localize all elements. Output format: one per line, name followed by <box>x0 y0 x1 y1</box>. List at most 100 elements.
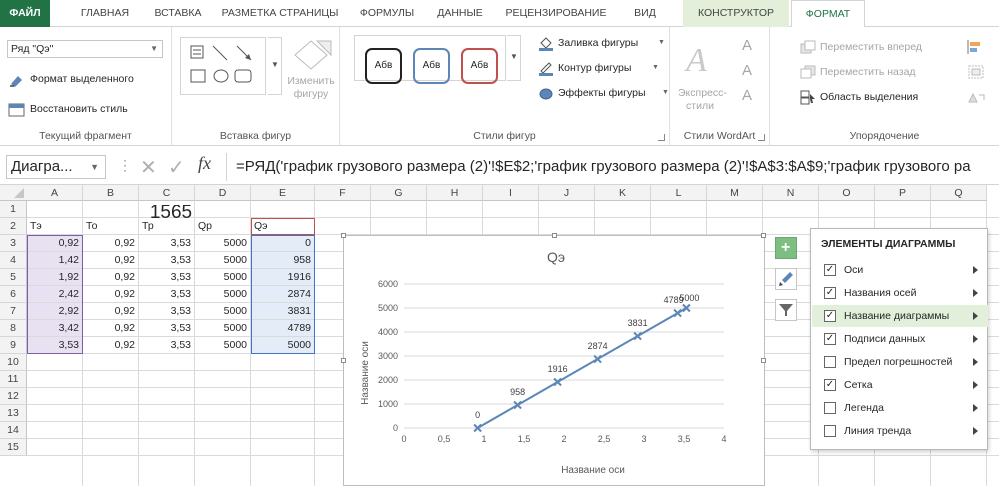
table-cell[interactable]: 3,53 <box>139 235 194 251</box>
column-header-a[interactable]: A <box>27 185 83 201</box>
chart-resize-handle[interactable] <box>761 358 766 363</box>
table-cell[interactable]: 4789 <box>251 320 314 336</box>
table-cell[interactable]: 5000 <box>195 337 250 353</box>
table-cell[interactable]: 5000 <box>195 269 250 285</box>
table-cell[interactable]: 0,92 <box>83 269 138 285</box>
table-cell[interactable]: 958 <box>251 252 314 268</box>
shape-style-blue[interactable]: Абв <box>413 48 450 84</box>
quick-styles-button[interactable]: A Экспресс-стили <box>678 37 727 123</box>
confirm-icon[interactable]: ✓ <box>168 155 185 180</box>
text-outline-icon[interactable]: A <box>742 62 752 79</box>
insert-function-button[interactable]: fx <box>198 153 211 174</box>
column-header-n[interactable]: N <box>763 185 819 201</box>
column-header-o[interactable]: O <box>819 185 875 201</box>
table-cell[interactable]: 3,53 <box>139 252 194 268</box>
table-cell[interactable]: 0,92 <box>83 235 138 251</box>
chevron-right-icon[interactable] <box>973 404 978 412</box>
column-header-k[interactable]: K <box>595 185 651 201</box>
table-cell[interactable]: 1916 <box>251 269 314 285</box>
table-cell[interactable]: 0,92 <box>83 337 138 353</box>
chart-resize-handle[interactable] <box>761 233 766 238</box>
chevron-right-icon[interactable] <box>973 381 978 389</box>
text-effects-icon[interactable]: A <box>742 87 752 104</box>
header-cell[interactable]: Тр <box>139 218 195 234</box>
checkbox-empty-icon[interactable] <box>824 402 836 414</box>
tab-chart-format[interactable]: ФОРМАТ <box>791 0 865 28</box>
header-cell[interactable]: Тэ <box>27 218 83 234</box>
table-cell[interactable]: 3,53 <box>139 303 194 319</box>
cancel-icon[interactable]: ✕ <box>140 155 157 180</box>
table-cell[interactable]: 2874 <box>251 286 314 302</box>
tab-home[interactable]: ГЛАВНАЯ <box>72 0 138 27</box>
rotate-button[interactable] <box>966 89 990 107</box>
tab-formulas[interactable]: ФОРМУЛЫ <box>354 0 420 27</box>
column-header-q[interactable]: Q <box>931 185 987 201</box>
tab-file[interactable]: ФАЙЛ <box>0 0 50 27</box>
tab-chart-design[interactable]: КОНСТРУКТОР <box>683 0 789 27</box>
chart-element-item[interactable]: Предел погрешностей <box>812 351 988 373</box>
chart-filters-button[interactable] <box>775 299 797 321</box>
chart-element-item[interactable]: ✓ Названия осей <box>812 282 988 304</box>
column-header-d[interactable]: D <box>195 185 251 201</box>
send-backward-button[interactable]: Переместить назад <box>800 64 950 82</box>
chart-element-selector[interactable]: Ряд "Qэ" ▼ <box>7 40 163 58</box>
table-cell[interactable]: 3,53 <box>139 269 194 285</box>
table-cell[interactable]: 1,42 <box>27 252 82 268</box>
row-header-11[interactable]: 11 <box>0 371 27 388</box>
table-cell[interactable]: 3,53 <box>27 337 82 353</box>
group-objects-button[interactable] <box>966 64 990 82</box>
table-cell[interactable]: 2,42 <box>27 286 82 302</box>
chart-styles-button[interactable] <box>775 268 797 290</box>
chart-resize-handle[interactable] <box>552 233 557 238</box>
wordart-launcher-icon[interactable] <box>758 134 765 141</box>
row-header-2[interactable]: 2 <box>0 218 27 235</box>
column-header-b[interactable]: B <box>83 185 139 201</box>
column-header-i[interactable]: I <box>483 185 539 201</box>
table-cell[interactable]: 5000 <box>195 252 250 268</box>
row-header-6[interactable]: 6 <box>0 286 27 303</box>
row-header-15[interactable]: 15 <box>0 439 27 456</box>
row-header-14[interactable]: 14 <box>0 422 27 439</box>
tab-review[interactable]: РЕЦЕНЗИРОВАНИЕ <box>500 0 612 27</box>
table-cell[interactable]: 3,53 <box>139 320 194 336</box>
text-fill-icon[interactable]: A <box>742 37 752 54</box>
table-cell[interactable]: 5000 <box>251 337 314 353</box>
checkbox-checked-icon[interactable]: ✓ <box>824 310 836 322</box>
shape-styles-more-button[interactable]: ▼ <box>507 35 521 81</box>
chevron-right-icon[interactable] <box>973 312 978 320</box>
shape-fill-button[interactable]: Заливка фигуры ▼ <box>538 35 668 53</box>
row-header-10[interactable]: 10 <box>0 354 27 371</box>
tab-data[interactable]: ДАННЫЕ <box>432 0 488 27</box>
chart-element-item[interactable]: ✓ Название диаграммы <box>812 305 988 327</box>
table-cell[interactable]: 3831 <box>251 303 314 319</box>
row-header-8[interactable]: 8 <box>0 320 27 337</box>
table-cell[interactable]: 5000 <box>195 320 250 336</box>
row-header-13[interactable]: 13 <box>0 405 27 422</box>
shape-outline-button[interactable]: Контур фигуры ▼ <box>538 60 668 78</box>
bring-forward-button[interactable]: Переместить вперед <box>800 39 950 57</box>
row-header-12[interactable]: 12 <box>0 388 27 405</box>
shape-effects-button[interactable]: Эффекты фигуры ▼ <box>538 85 669 103</box>
format-selection-button[interactable]: Формат выделенного <box>8 71 168 89</box>
table-cell[interactable]: 5000 <box>195 235 250 251</box>
column-header-j[interactable]: J <box>539 185 595 201</box>
checkbox-empty-icon[interactable] <box>824 425 836 437</box>
header-cell[interactable]: Qр <box>195 218 251 234</box>
row-header-4[interactable]: 4 <box>0 252 27 269</box>
table-cell[interactable]: 0,92 <box>83 303 138 319</box>
column-header-g[interactable]: G <box>371 185 427 201</box>
table-cell[interactable]: 1,92 <box>27 269 82 285</box>
table-cell[interactable]: 5000 <box>195 303 250 319</box>
shapes-gallery[interactable] <box>180 37 266 95</box>
table-cell[interactable]: 5000 <box>195 286 250 302</box>
column-header-f[interactable]: F <box>315 185 371 201</box>
chart[interactable]: 0 1000 2000 3000 4000 5000 6000 0 0,5 1 1,5 2 2,5 3 3,… <box>341 233 766 486</box>
chart-element-item[interactable]: Линия тренда <box>812 420 988 442</box>
column-header-h[interactable]: H <box>427 185 483 201</box>
shape-style-black[interactable]: Абв <box>365 48 402 84</box>
table-cell[interactable]: 0,92 <box>83 252 138 268</box>
column-header-e[interactable]: E <box>251 185 315 201</box>
row-header-1[interactable]: 1 <box>0 201 27 218</box>
table-cell[interactable]: 3,42 <box>27 320 82 336</box>
checkbox-checked-icon[interactable]: ✓ <box>824 287 836 299</box>
